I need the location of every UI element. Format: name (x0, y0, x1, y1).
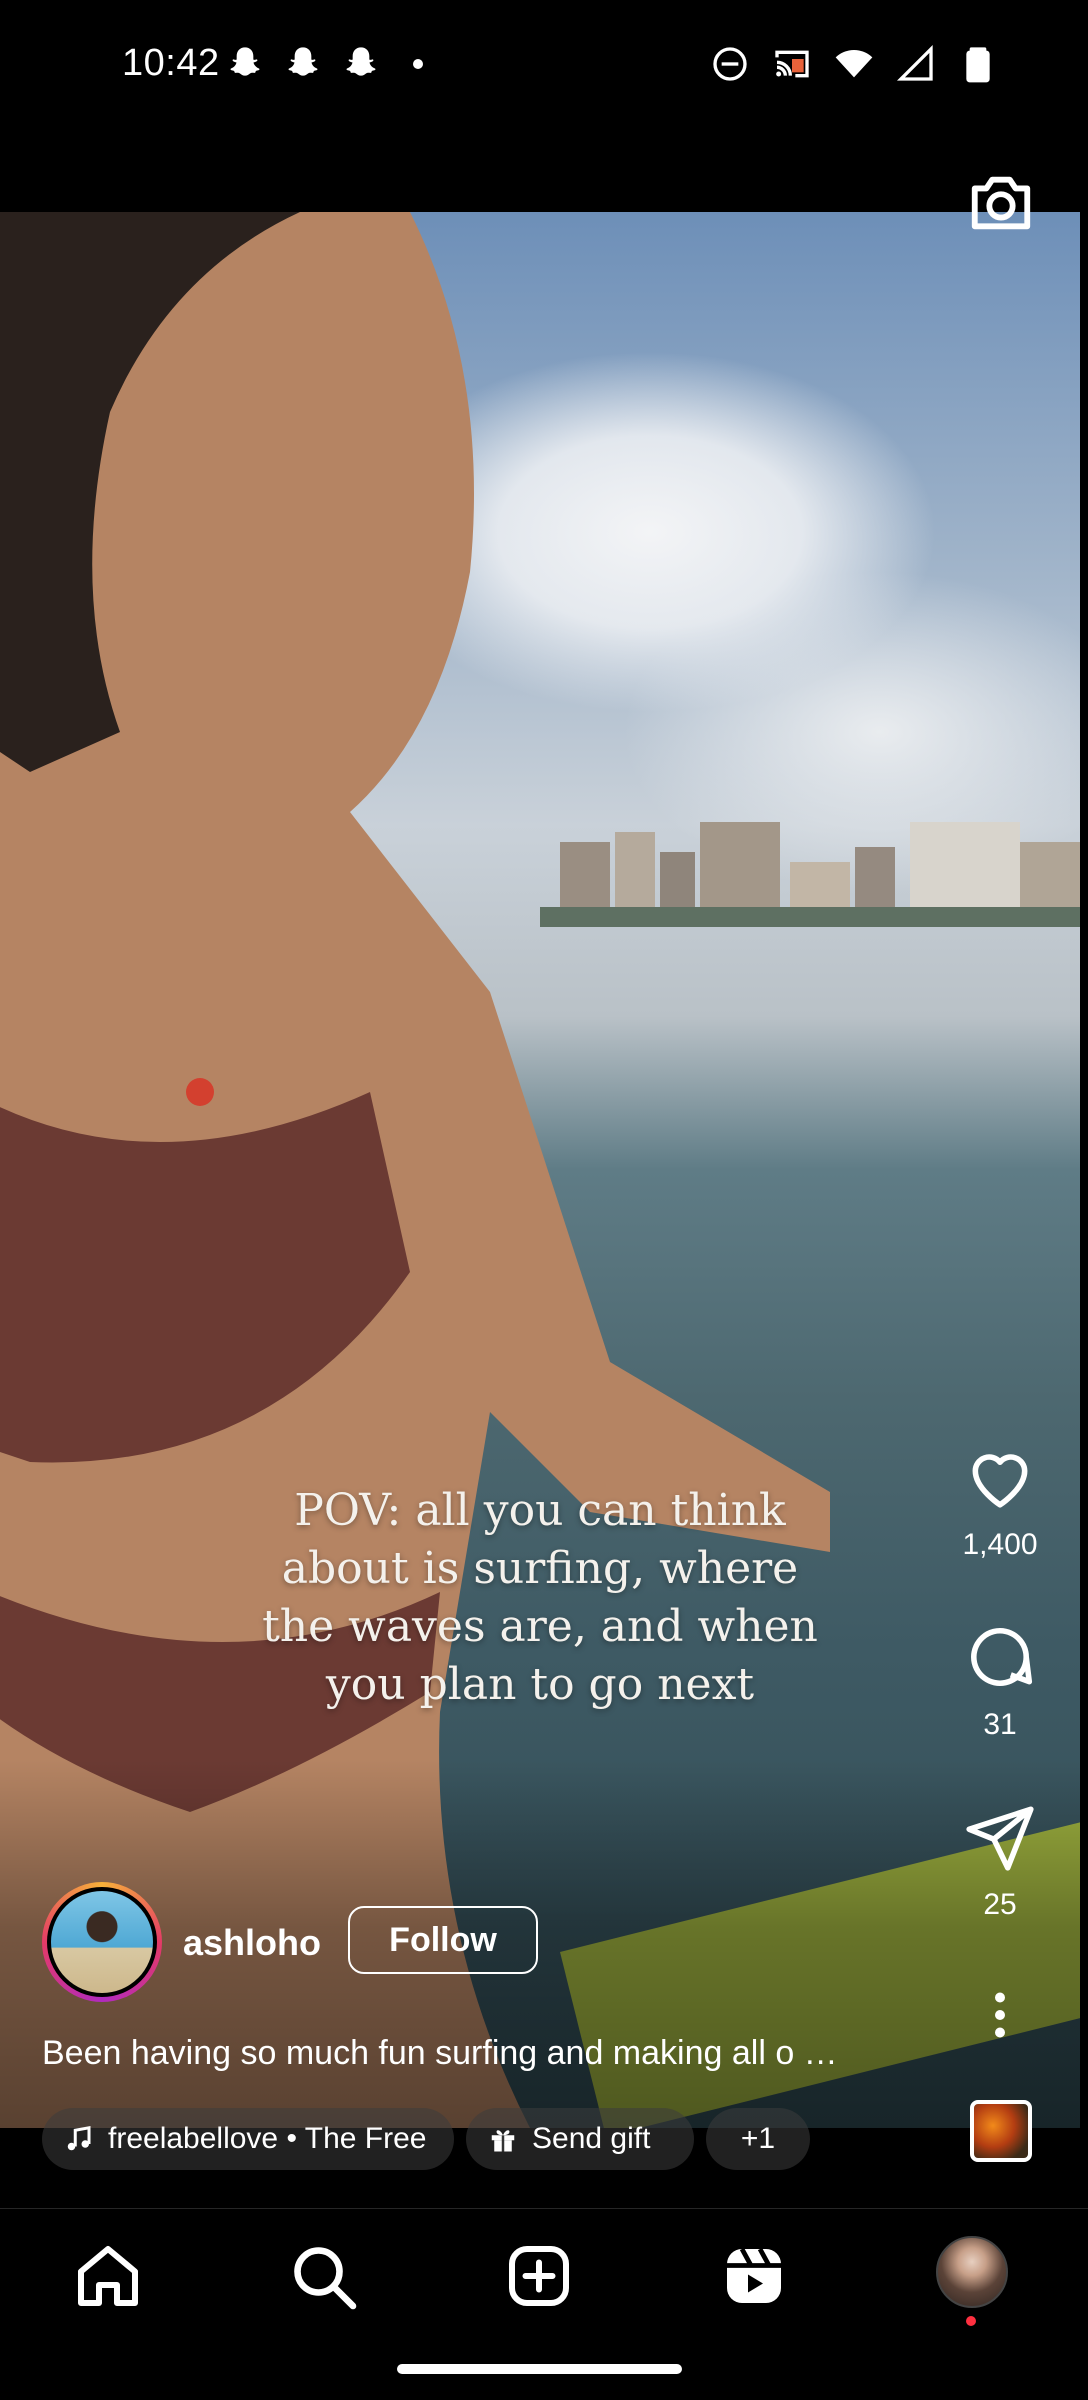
audio-thumbnail[interactable] (970, 2100, 1032, 2162)
like-action[interactable]: 1,400 (950, 1440, 1050, 1562)
heart-icon[interactable] (963, 1440, 1037, 1514)
music-chip[interactable]: freelabellove • The Free (42, 2108, 454, 2170)
author-avatar[interactable] (42, 1882, 162, 2002)
notification-icons (225, 44, 423, 84)
camera-icon[interactable] (966, 168, 1036, 238)
snapchat-icon (346, 47, 376, 76)
like-count: 1,400 (962, 1528, 1038, 1561)
share-action[interactable]: 25 (950, 1800, 1050, 1922)
wifi-icon (835, 50, 873, 78)
search-icon[interactable] (287, 2240, 359, 2312)
gift-icon (491, 2130, 515, 2152)
more-options-icon[interactable] (985, 1990, 1015, 2040)
reels-icon[interactable] (718, 2240, 790, 2312)
comment-count: 31 (983, 1708, 1017, 1741)
system-icons (710, 44, 998, 84)
profile-avatar[interactable] (936, 2236, 1008, 2308)
reel-caption[interactable]: Been having so much fun surfing and maki… (42, 2034, 942, 2073)
snapchat-icon (230, 47, 260, 76)
send-gift-chip[interactable]: Send gift (466, 2108, 694, 2170)
send-gift-label: Send gift (532, 2122, 651, 2155)
comment-icon[interactable] (963, 1620, 1037, 1694)
dot-icon (413, 59, 423, 69)
home-icon[interactable] (72, 2240, 144, 2312)
home-indicator[interactable] (397, 2364, 682, 2374)
cast-icon (775, 50, 809, 78)
share-count: 25 (983, 1888, 1017, 1921)
notification-dot (966, 2316, 976, 2326)
video-overlay-text: POV: all you can think about is surfing,… (262, 1485, 818, 1710)
send-icon[interactable] (963, 1800, 1037, 1874)
create-icon[interactable] (503, 2240, 575, 2312)
more-tags-label: +1 (740, 2122, 776, 2155)
do-not-disturb-icon (713, 47, 747, 81)
music-label: freelabellove • The Free (108, 2122, 427, 2155)
music-note-icon (67, 2125, 91, 2151)
battery-icon (966, 47, 990, 83)
status-bar: 10:42 (0, 0, 1088, 140)
status-time: 10:42 (122, 42, 220, 84)
author-username[interactable]: ashloho (183, 1922, 321, 1964)
follow-button[interactable]: Follow (348, 1906, 538, 1974)
snapchat-icon (288, 47, 318, 76)
more-tags-chip[interactable]: +1 (706, 2108, 810, 2170)
comment-action[interactable]: 31 (950, 1620, 1050, 1742)
cellular-signal-icon (896, 44, 933, 81)
